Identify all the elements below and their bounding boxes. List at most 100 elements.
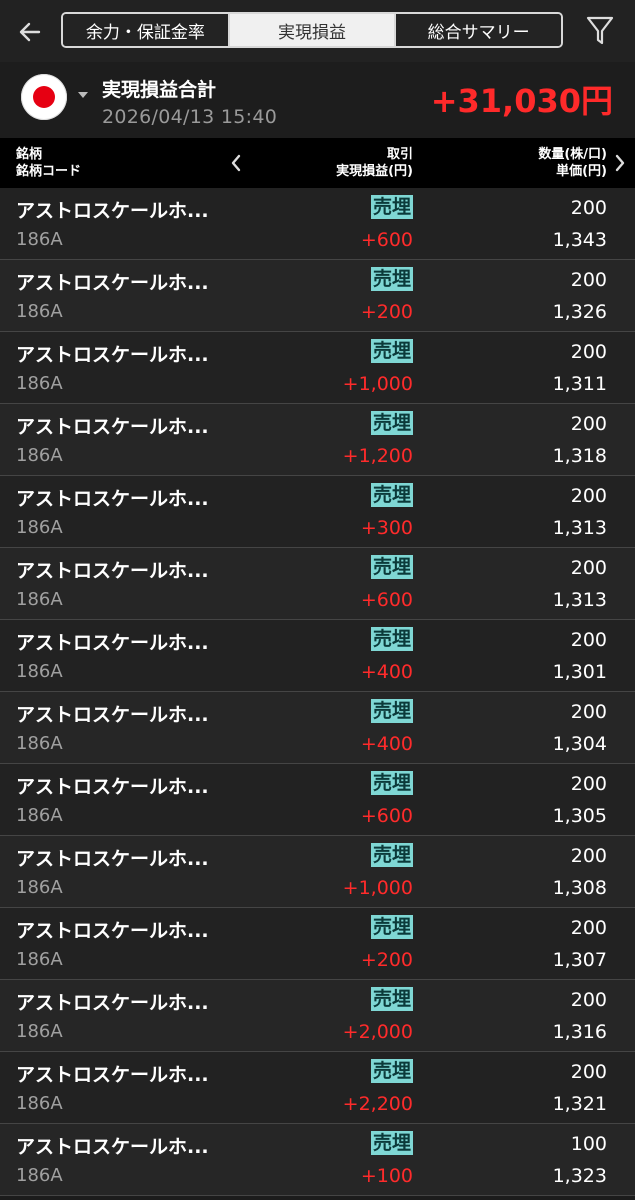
trade-type-badge: 売埋 [370,411,413,435]
table-row[interactable]: アストロスケールホ... 186A 売埋 +400 200 1,301 [0,620,635,692]
tab-bar: 余力・保証金率 実現損益 総合サマリー [61,12,563,48]
trade-type-badge: 売埋 [370,267,413,291]
quantity: 200 [570,557,607,579]
stock-code: 186A [16,589,63,610]
stock-code: 186A [16,1021,63,1042]
realized-pl: +2,200 [342,1093,413,1115]
scroll-right-button[interactable] [613,153,627,173]
realized-pl: +300 [360,517,413,539]
realized-pl: +1,000 [342,877,413,899]
header-trade-label: 取引 [386,147,413,162]
table-row[interactable]: アストロスケールホ... 186A 売埋 +600 200 1,343 [0,188,635,260]
stock-name: アストロスケールホ... [16,704,209,726]
table-row[interactable]: アストロスケールホ... 186A 売埋 +200 200 1,326 [0,260,635,332]
table-row[interactable]: アストロスケールホ... 186A 売埋 +300 200 1,313 [0,476,635,548]
header-col-qty: 数量(株/口) 単価(円) [538,146,607,180]
table-row[interactable]: アストロスケールホ... 186A 売埋 +600 200 1,313 [0,548,635,620]
unit-price: 1,321 [552,1093,607,1115]
stock-name: アストロスケールホ... [16,920,209,942]
trade-type-badge: 売埋 [370,1131,413,1155]
scroll-left-button[interactable] [229,153,243,173]
summary-panel: 実現損益合計 2026/04/13 15:40 +31,030円 [0,62,635,138]
stock-name: アストロスケールホ... [16,272,209,294]
realized-pl: +600 [360,589,413,611]
trade-type-badge: 売埋 [370,483,413,507]
unit-price: 1,318 [552,445,607,467]
table-row[interactable]: アストロスケールホ... 186A 売埋 +1,200 200 1,318 [0,404,635,476]
realized-pl: +1,200 [342,445,413,467]
table-row[interactable]: アストロスケールホ... 186A 売埋 +2,200 200 1,321 [0,1052,635,1124]
unit-price: 1,326 [552,301,607,323]
table-row[interactable]: アストロスケールホ... 186A 売埋 +1,000 200 1,308 [0,836,635,908]
summary-total: +31,030円 [430,82,613,120]
back-button[interactable] [14,16,46,48]
stock-name: アストロスケールホ... [16,1064,209,1086]
chevron-down-icon[interactable] [78,92,88,98]
stock-code: 186A [16,805,63,826]
stock-name: アストロスケールホ... [16,992,209,1014]
stock-code: 186A [16,301,63,322]
stock-code: 186A [16,229,63,250]
stock-name: アストロスケールホ... [16,776,209,798]
trade-type-badge: 売埋 [370,699,413,723]
header-qty-label: 数量(株/口) [538,147,607,162]
trade-type-badge: 売埋 [370,987,413,1011]
table-row[interactable]: アストロスケールホ... 186A 売埋 +200 200 1,307 [0,908,635,980]
unit-price: 1,301 [552,661,607,683]
filter-funnel-icon [586,16,614,45]
tab-realized-pl[interactable]: 実現損益 [227,14,395,46]
realized-pl: +1,000 [342,373,413,395]
quantity: 200 [570,197,607,219]
stock-name: アストロスケールホ... [16,560,209,582]
stock-name: アストロスケールホ... [16,632,209,654]
unit-price: 1,313 [552,589,607,611]
tab-margin-rate[interactable]: 余力・保証金率 [63,14,228,46]
tab-summary[interactable]: 総合サマリー [394,14,561,46]
quantity: 200 [570,917,607,939]
table-row[interactable]: アストロスケールホ... 186A 売埋 +100 100 1,323 [0,1124,635,1196]
trade-type-badge: 売埋 [370,843,413,867]
unit-price: 1,308 [552,877,607,899]
unit-price: 1,313 [552,517,607,539]
summary-title: 実現損益合計 [102,79,217,101]
unit-price: 1,316 [552,1021,607,1043]
trade-type-badge: 売埋 [370,1059,413,1083]
realized-pl: +600 [360,805,413,827]
top-bar: 余力・保証金率 実現損益 総合サマリー [0,0,635,62]
realized-pl: +600 [360,229,413,251]
quantity: 200 [570,773,607,795]
realized-pl: +200 [360,949,413,971]
trade-type-badge: 売埋 [370,627,413,651]
realized-pl: +100 [360,1165,413,1187]
quantity: 200 [570,701,607,723]
table-header: 銘柄 銘柄コード 取引 実現損益(円) 数量(株/口) 単価(円) [0,138,635,188]
stock-code: 186A [16,1093,63,1114]
table-row[interactable]: アストロスケールホ... 186A 売埋 +600 200 1,305 [0,764,635,836]
chevron-right-icon [615,154,625,172]
quantity: 100 [570,1133,607,1155]
header-col-trade: 取引 実現損益(円) [336,146,413,180]
trade-list: アストロスケールホ... 186A 売埋 +600 200 1,343 アストロスケールホ.… [0,188,635,1196]
trade-type-badge: 売埋 [370,771,413,795]
stock-code: 186A [16,1165,63,1186]
quantity: 200 [570,413,607,435]
trade-type-badge: 売埋 [370,915,413,939]
realized-pl: +2,000 [342,1021,413,1043]
stock-code: 186A [16,445,63,466]
filter-button[interactable] [584,14,616,48]
realized-pl: +200 [360,301,413,323]
stock-name: アストロスケールホ... [16,416,209,438]
header-price-label: 単価(円) [556,164,607,179]
unit-price: 1,307 [552,949,607,971]
table-row[interactable]: アストロスケールホ... 186A 売埋 +400 200 1,304 [0,692,635,764]
header-pl-label: 実現損益(円) [336,164,413,179]
header-stock-label: 銘柄 [16,147,43,162]
header-code-label: 銘柄コード [16,164,82,179]
japan-flag-icon[interactable] [21,74,67,120]
table-row[interactable]: アストロスケールホ... 186A 売埋 +2,000 200 1,316 [0,980,635,1052]
stock-code: 186A [16,373,63,394]
unit-price: 1,323 [552,1165,607,1187]
unit-price: 1,304 [552,733,607,755]
table-row[interactable]: アストロスケールホ... 186A 売埋 +1,000 200 1,311 [0,332,635,404]
quantity: 200 [570,485,607,507]
